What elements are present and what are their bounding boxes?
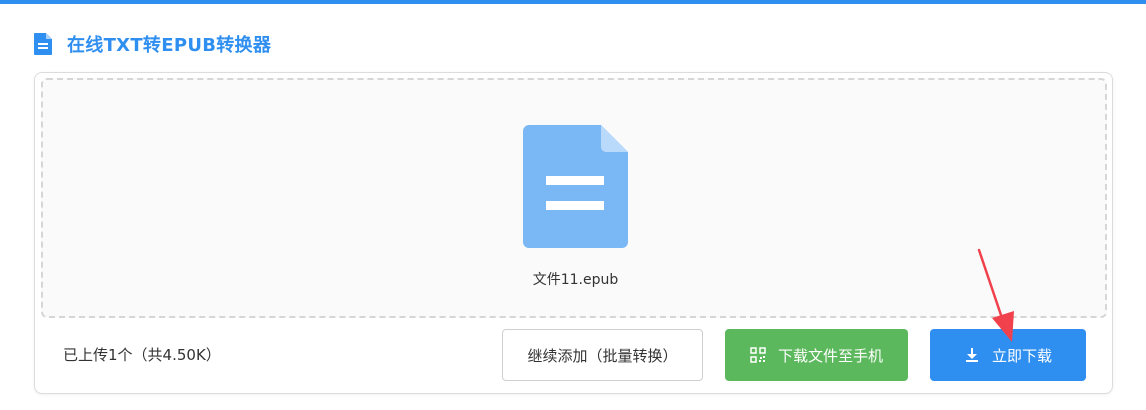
page-header: 在线TXT转EPUB转换器: [34, 31, 271, 57]
continue-add-button[interactable]: 继续添加（批量转换）: [502, 329, 703, 381]
file-name: 文件11.epub: [532, 272, 619, 288]
continue-add-label: 继续添加（批量转换）: [527, 346, 678, 365]
converter-card: 文件11.epub 已上传1个（共4.50K） 继续添加（批量转换） 下载文件至…: [34, 72, 1113, 394]
download-icon: [965, 348, 978, 362]
qrcode-icon: [750, 347, 766, 363]
download-to-phone-label: 下载文件至手机: [777, 346, 883, 365]
upload-status: 已上传1个（共4.50K）: [63, 346, 221, 364]
download-to-phone-button[interactable]: 下载文件至手机: [725, 329, 908, 381]
download-now-label: 立即下载: [991, 346, 1052, 365]
top-accent-bar: [0, 0, 1146, 4]
page-title: 在线TXT转EPUB转换器: [67, 35, 272, 56]
file-icon: [523, 125, 628, 248]
upload-dropzone[interactable]: 文件11.epub: [41, 78, 1107, 318]
annotation-arrow: [977, 248, 1014, 342]
document-icon: [34, 33, 52, 55]
